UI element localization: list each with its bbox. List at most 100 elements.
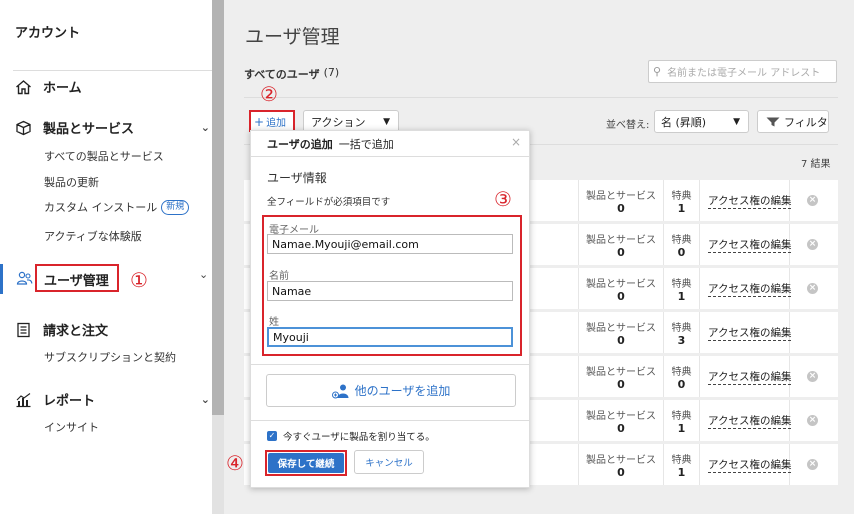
caret-down-icon: ▼ <box>383 116 390 127</box>
add-button[interactable]: + 追加 <box>254 114 287 130</box>
cell-divider <box>578 180 579 221</box>
sort-label: 並べ替え: <box>606 120 650 131</box>
cell-divider <box>663 312 664 353</box>
panel-tabs: ユーザの追加 一括で追加 <box>267 136 394 152</box>
cell-divider <box>663 444 664 485</box>
cancel-button[interactable]: キャンセル <box>354 450 424 474</box>
first-name-label: 名前 <box>269 271 289 282</box>
cell-divider <box>699 356 700 397</box>
cell-divider <box>578 312 579 353</box>
sidebar-item-reports[interactable]: レポート ⌄ <box>15 390 210 409</box>
tab-bulk-add[interactable]: 一括で追加 <box>339 136 394 152</box>
annotation-number-4: ④ <box>226 451 244 475</box>
remove-icon[interactable]: × <box>807 415 818 426</box>
sidebar-item-label: ホーム <box>43 81 82 96</box>
sidebar-item-products[interactable]: 製品とサービス ⌄ <box>15 118 210 137</box>
sidebar-item-users[interactable]: ユーザ管理 <box>44 270 109 289</box>
sidebar-item-billing[interactable]: 請求と注文 <box>15 320 108 339</box>
cell-divider <box>699 444 700 485</box>
cell-divider <box>699 224 700 265</box>
products-header: 製品とサービス <box>586 367 656 378</box>
sidebar-sub-product-updates[interactable]: 製品の更新 <box>44 174 99 190</box>
required-note: 全フィールドが必須項目です <box>267 197 391 208</box>
sidebar-sub-custom-install[interactable]: カスタム インストール 新規 <box>44 199 190 215</box>
edit-access-link[interactable]: アクセス権の編集 <box>708 281 792 297</box>
products-header: 製品とサービス <box>586 279 656 290</box>
edit-access-link[interactable]: アクセス権の編集 <box>708 193 792 209</box>
sidebar-sub-all-products[interactable]: すべての製品とサービス <box>44 148 164 164</box>
sidebar-sub-insights[interactable]: インサイト <box>44 419 99 435</box>
products-count: 0 <box>617 246 625 259</box>
products-count: 0 <box>617 422 625 435</box>
sort-value: 名 (昇順) <box>661 115 707 129</box>
box-icon <box>16 120 31 135</box>
last-name-field[interactable]: Myouji <box>267 327 513 347</box>
perks-count: 3 <box>677 334 686 347</box>
sidebar-item-label: カスタム インストール <box>44 201 158 214</box>
sidebar-title: アカウント <box>15 26 81 41</box>
add-another-user-button[interactable]: 他のユーザを追加 <box>266 374 516 407</box>
close-icon[interactable]: × <box>511 135 521 149</box>
scrollbar-thumb[interactable] <box>212 0 224 415</box>
filter-label: フィルタ <box>784 115 828 129</box>
users-icon <box>16 271 33 285</box>
products-header: 製品とサービス <box>586 323 656 334</box>
chevron-down-icon: ⌄ <box>199 268 209 281</box>
annotation-number-3: ③ <box>494 187 512 211</box>
perks-count: 1 <box>677 290 686 303</box>
plus-icon: + <box>254 114 265 129</box>
cell-divider <box>578 268 579 309</box>
sidebar-item-label: 請求と注文 <box>43 324 109 339</box>
new-badge: 新規 <box>161 199 190 215</box>
perks-header: 特典 <box>671 367 692 378</box>
edit-access-link[interactable]: アクセス権の編集 <box>708 413 792 429</box>
add-button-label: 追加 <box>266 118 287 129</box>
page-title: ユーザ管理 <box>245 26 340 48</box>
products-count: 0 <box>617 290 625 303</box>
perks-count: 0 <box>677 246 686 259</box>
remove-icon[interactable]: × <box>807 283 818 294</box>
chevron-down-icon: ⌄ <box>200 121 210 134</box>
actions-label: アクション <box>311 115 366 129</box>
edit-access-link[interactable]: アクセス権の編集 <box>708 325 792 341</box>
chevron-down-icon: ⌄ <box>200 393 210 406</box>
assign-products-label: 今すぐユーザに製品を割り当てる。 <box>283 432 435 443</box>
remove-icon[interactable]: × <box>807 239 818 250</box>
perks-header: 特典 <box>671 455 692 466</box>
annotation-number-1: ① <box>130 268 148 292</box>
document-icon <box>17 322 30 337</box>
sort-dropdown[interactable]: 名 (昇順) ▼ <box>654 110 749 133</box>
products-count: 0 <box>617 466 625 479</box>
remove-icon[interactable]: × <box>807 195 818 206</box>
divider <box>244 97 838 98</box>
divider <box>13 70 212 71</box>
edit-access-link[interactable]: アクセス権の編集 <box>708 457 792 473</box>
search-input[interactable]: ⚲ 名前または電子メール アドレスト <box>648 60 837 83</box>
tab-add-user[interactable]: ユーザの追加 <box>267 136 333 152</box>
sidebar-sub-subscriptions[interactable]: サブスクリプションと契約 <box>44 349 176 365</box>
last-name-label: 姓 <box>269 317 279 328</box>
results-count: 7 結果 <box>801 159 831 170</box>
save-continue-button[interactable]: 保存して継続 <box>268 453 344 473</box>
remove-icon[interactable]: × <box>807 371 818 382</box>
edit-access-link[interactable]: アクセス権の編集 <box>708 237 792 253</box>
first-name-field[interactable]: Namae <box>267 281 513 301</box>
filter-button[interactable]: フィルタ <box>757 110 829 133</box>
assign-products-checkbox[interactable]: ✓ 今すぐユーザに製品を割り当てる。 <box>267 429 435 443</box>
sidebar-sub-trials[interactable]: アクティブな体験版 <box>44 228 142 244</box>
edit-access-link[interactable]: アクセス権の編集 <box>708 369 792 385</box>
add-user-icon <box>331 384 349 398</box>
cell-divider <box>578 444 579 485</box>
cell-divider <box>663 180 664 221</box>
perks-count: 1 <box>677 466 686 479</box>
user-count: (7) <box>323 66 340 79</box>
email-field[interactable]: Namae.Myouji@email.com <box>267 234 513 254</box>
perks-count: 1 <box>677 202 686 215</box>
products-count: 0 <box>617 378 625 391</box>
perks-header: 特典 <box>671 411 692 422</box>
sidebar-item-home[interactable]: ホーム <box>15 77 82 96</box>
products-header: 製品とサービス <box>586 455 656 466</box>
user-count-heading: すべてのユーザ (7) <box>244 66 339 82</box>
cell-divider <box>578 224 579 265</box>
remove-icon[interactable]: × <box>807 459 818 470</box>
